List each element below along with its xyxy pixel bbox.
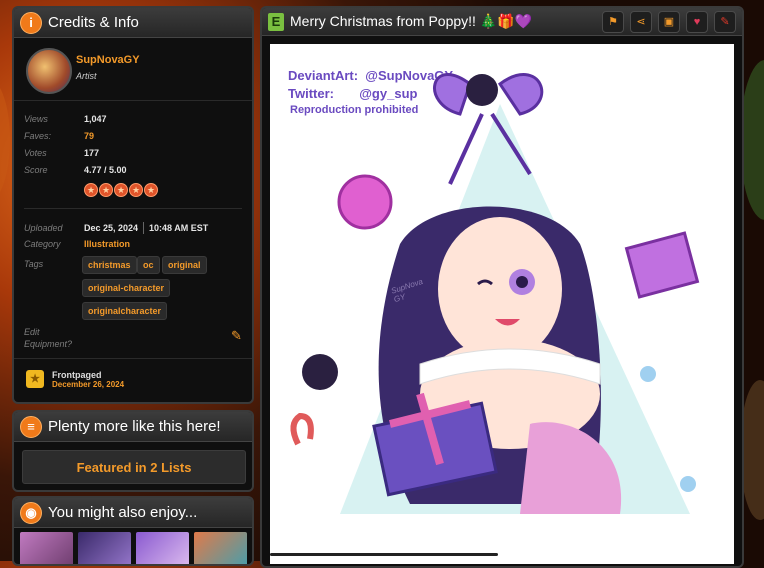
artwork-header: E Merry Christmas from Poppy!! 🎄🎁💜 ⚑ ⋖ ▣… [262, 8, 742, 36]
lists-icon: ≡ [20, 415, 42, 438]
enjoy-panel: ◉ You might also enjoy... [12, 496, 254, 566]
star-icon[interactable]: ★ [144, 183, 158, 197]
stat-votes: Votes 177 [24, 148, 99, 158]
stat-value: 4.77 / 5.00 [84, 165, 127, 175]
artwork-image[interactable]: DeviantArt: @SupNovaGY Twitter: @gy_sup … [270, 44, 734, 564]
credits-panel: i Credits & Info SupNovaGY Artist Views … [12, 6, 254, 404]
stat-views: Views 1,047 [24, 114, 107, 124]
divider [14, 100, 252, 101]
separator [143, 222, 145, 234]
artist-avatar[interactable] [26, 48, 72, 94]
info-icon: i [20, 11, 42, 34]
stat-value: 1,047 [84, 114, 107, 124]
stat-label: Views [24, 114, 48, 124]
uploaded-time: 10:48 AM EST [149, 223, 209, 233]
tags-label: Tags [24, 259, 44, 269]
tag-chip[interactable]: original-character [82, 279, 171, 297]
credits-title: Credits & Info [48, 14, 139, 31]
frontpaged-date: December 26, 2024 [52, 380, 125, 389]
share-icon[interactable]: ⋖ [630, 10, 652, 33]
palette-icon: ◉ [20, 501, 42, 524]
edit-icon[interactable]: ✎ [714, 10, 736, 33]
score-stars[interactable]: ★ ★ ★ ★ ★ [84, 180, 159, 198]
pencil-icon[interactable]: ✎ [231, 328, 242, 344]
enjoy-title: You might also enjoy... [48, 504, 198, 521]
uploaded-row: Uploaded Dec 25, 2024 10:48 AM EST [24, 222, 208, 234]
stat-label: Score [24, 165, 48, 175]
flag-icon[interactable]: ⚑ [602, 10, 624, 33]
tag-chip[interactable]: originalcharacter [82, 302, 168, 320]
category-link[interactable]: Illustration [84, 239, 130, 249]
trophy-icon: ★ [26, 370, 44, 388]
image-scrollbar[interactable] [270, 553, 498, 556]
enjoy-header: ◉ You might also enjoy... [14, 498, 252, 528]
category-row: Category Illustration [24, 239, 130, 249]
artwork-panel: E Merry Christmas from Poppy!! 🎄🎁💜 ⚑ ⋖ ▣… [260, 6, 744, 568]
tag-chip[interactable]: original [162, 256, 207, 274]
stat-value[interactable]: 79 [84, 131, 94, 141]
category-label: Category [24, 239, 61, 249]
stat-label: Votes [24, 148, 47, 158]
uploaded-label: Uploaded [24, 223, 63, 233]
artwork-illustration [290, 73, 700, 514]
stat-score: Score 4.77 / 5.00 [24, 165, 127, 175]
frontpaged-label: Frontpaged [52, 370, 102, 380]
featured-lists-button[interactable]: Featured in 2 Lists [22, 450, 246, 484]
more-header: ≡ Plenty more like this here! [14, 412, 252, 442]
stat-label: Faves: [24, 131, 52, 141]
stat-faves: Faves: 79 [24, 131, 94, 141]
favorite-heart-icon[interactable]: ♥ [686, 10, 708, 33]
tag-chip[interactable]: oc [137, 256, 160, 274]
artwork-title: Merry Christmas from Poppy!! 🎄🎁💜 [290, 13, 533, 29]
gallery-icon[interactable]: ▣ [658, 10, 680, 33]
star-icon[interactable]: ★ [99, 183, 113, 197]
divider [24, 208, 242, 209]
divider [14, 358, 252, 359]
uploaded-date: Dec 25, 2024 [84, 223, 139, 233]
star-icon[interactable]: ★ [129, 183, 143, 197]
background-art [0, 80, 10, 200]
more-title: Plenty more like this here! [48, 418, 221, 435]
stat-value: 177 [84, 148, 100, 158]
edit-equipment-label: Edit Equipment? [24, 327, 73, 349]
tag-chip[interactable]: christmas [82, 256, 137, 274]
more-panel: ≡ Plenty more like this here! Featured i… [12, 410, 254, 492]
site-logo-icon: E [268, 12, 284, 31]
artist-name[interactable]: SupNovaGY [76, 54, 140, 66]
credits-header: i Credits & Info [14, 8, 252, 38]
artist-role: Artist [76, 71, 97, 81]
star-icon[interactable]: ★ [84, 183, 98, 197]
star-icon[interactable]: ★ [114, 183, 128, 197]
